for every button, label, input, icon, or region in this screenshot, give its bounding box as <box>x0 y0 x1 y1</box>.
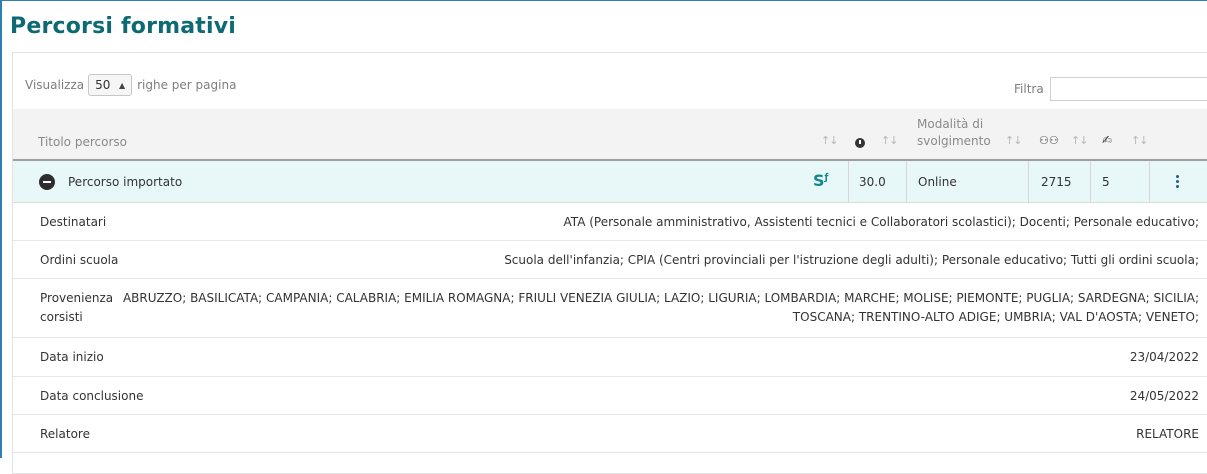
page-length-control: Visualizza 50 ▲ righe per pagina <box>25 74 236 96</box>
page-title: Percorsi formativi <box>10 14 237 39</box>
cell-divider <box>1149 161 1150 203</box>
sf-logo-icon: Sƒ <box>813 171 829 190</box>
cell-divider <box>1090 161 1091 203</box>
minus-circle-icon[interactable] <box>39 174 55 190</box>
detail-value: Scuola dell'infanzia; CPIA (Centri provi… <box>504 253 1199 267</box>
sort-mode-icon[interactable]: ↑↓ <box>1005 134 1022 147</box>
detail-row-destinatari: Destinatari ATA (Personale amministrativ… <box>13 203 1207 241</box>
header-mode-line1[interactable]: Modalità di <box>917 117 983 131</box>
row-mode: Online <box>918 175 957 189</box>
detail-row-data-conclusione: Data conclusione 24/05/2022 <box>13 377 1207 415</box>
rows-per-page-value: 50 <box>95 78 111 92</box>
clock-icon <box>855 138 865 148</box>
detail-label: Destinatari <box>40 215 107 229</box>
detail-row-data-inizio: Data inizio 23/04/2022 <box>13 338 1207 377</box>
detail-value: 23/04/2022 <box>1129 350 1199 364</box>
detail-label: Data inizio <box>40 350 104 364</box>
cell-divider <box>1028 161 1029 203</box>
row-editions: 5 <box>1102 175 1110 189</box>
length-suffix-label: righe per pagina <box>137 78 237 92</box>
detail-value: 24/05/2022 <box>1129 389 1199 403</box>
length-prefix-label: Visualizza <box>25 78 85 92</box>
sort-title-icon[interactable]: ↑↓ <box>821 134 838 147</box>
header-mode-line2[interactable]: svolgimento <box>917 134 991 148</box>
window-left-border <box>0 0 2 458</box>
detail-label: Ordini scuola <box>40 253 119 267</box>
courses-table-panel: Visualizza 50 ▲ righe per pagina Filtra … <box>12 52 1207 474</box>
sort-participants-icon[interactable]: ↑↓ <box>1071 134 1088 147</box>
detail-label-line1: Provenienza <box>40 291 114 305</box>
edit-doc-icon: ✍ <box>1102 133 1113 147</box>
rows-per-page-select[interactable]: 50 ▲ <box>88 74 133 96</box>
kebab-menu-icon[interactable] <box>1176 175 1180 190</box>
filter-label: Filtra <box>1014 82 1044 96</box>
users-icon: ⚇⚇ <box>1039 134 1059 147</box>
detail-label: Relatore <box>40 427 90 441</box>
cell-divider <box>848 161 849 203</box>
cell-divider <box>906 161 907 203</box>
sort-editions-icon[interactable]: ↑↓ <box>1131 134 1148 147</box>
table-row[interactable]: Percorso importato Sƒ 30.0 Online 2715 5 <box>13 161 1207 203</box>
row-participants: 2715 <box>1041 175 1072 189</box>
header-title[interactable]: Titolo percorso <box>38 135 127 149</box>
filter-control: Filtra <box>1014 77 1207 101</box>
detail-value-line1: ABRUZZO; BASILICATA; CAMPANIA; CALABRIA;… <box>122 291 1199 305</box>
sort-hours-icon[interactable]: ↑↓ <box>881 134 898 147</box>
detail-value: RELATORE <box>1136 427 1199 441</box>
detail-value: ATA (Personale amministrativo, Assistent… <box>563 215 1199 229</box>
detail-row-ordini-scuola: Ordini scuola Scuola dell'infanzia; CPIA… <box>13 241 1207 279</box>
table-header: Titolo percorso ↑↓ ↑↓ Modalità di svolgi… <box>13 109 1207 161</box>
detail-label: Data conclusione <box>40 389 144 403</box>
row-title[interactable]: Percorso importato <box>68 161 182 203</box>
row-hours: 30.0 <box>859 175 886 189</box>
select-arrows-icon: ▲ <box>118 80 126 90</box>
detail-value-line2: TOSCANA; TRENTINO-ALTO ADIGE; UMBRIA; VA… <box>792 310 1199 324</box>
detail-row-provenienza: Provenienza corsisti ABRUZZO; BASILICATA… <box>13 279 1207 338</box>
detail-row-relatore: Relatore RELATORE <box>13 415 1207 453</box>
window-top-border <box>0 0 1207 1</box>
detail-label-line2: corsisti <box>40 310 83 324</box>
filter-input[interactable] <box>1049 77 1207 101</box>
